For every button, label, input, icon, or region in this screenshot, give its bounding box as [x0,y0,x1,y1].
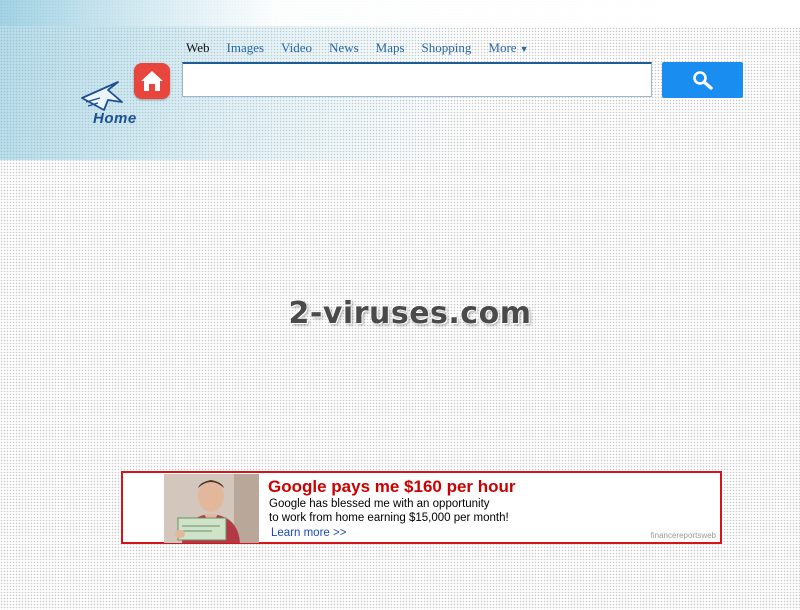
tab-web[interactable]: Web [186,40,210,58]
search-input[interactable] [182,62,652,97]
tab-more-label: More [488,40,517,55]
ad-source: financereportsweb [650,531,716,540]
ad-body-line: to work from home earning $15,000 per mo… [269,512,509,524]
watermark-text: 2-viruses.com [288,296,532,331]
ad-learn-more-link[interactable]: Learn more >> [271,527,346,539]
home-button[interactable] [134,63,170,99]
search-vertical-nav: Web Images Video News Maps Shopping More… [186,40,545,58]
ad-banner[interactable]: Google pays me $160 per hour Google has … [121,471,722,544]
tab-more[interactable]: More ▼ [488,40,528,58]
tab-shopping[interactable]: Shopping [422,40,472,58]
header-top-strip [0,0,800,26]
logo-text[interactable]: Home [93,110,137,127]
tab-news[interactable]: News [329,40,359,58]
person-photo-icon [164,474,259,543]
ad-body-line: Google has blessed me with an opportunit… [269,498,490,510]
ad-body: Google has blessed me with an opportunit… [269,497,569,525]
tab-maps[interactable]: Maps [376,40,405,58]
ad-headline[interactable]: Google pays me $160 per hour [268,477,516,497]
caret-down-icon: ▼ [519,44,529,54]
house-icon [141,71,163,91]
tab-images[interactable]: Images [227,40,265,58]
tab-video[interactable]: Video [281,40,312,58]
search-icon [692,71,713,90]
search-button[interactable] [662,62,743,98]
ad-photo[interactable] [164,474,259,543]
